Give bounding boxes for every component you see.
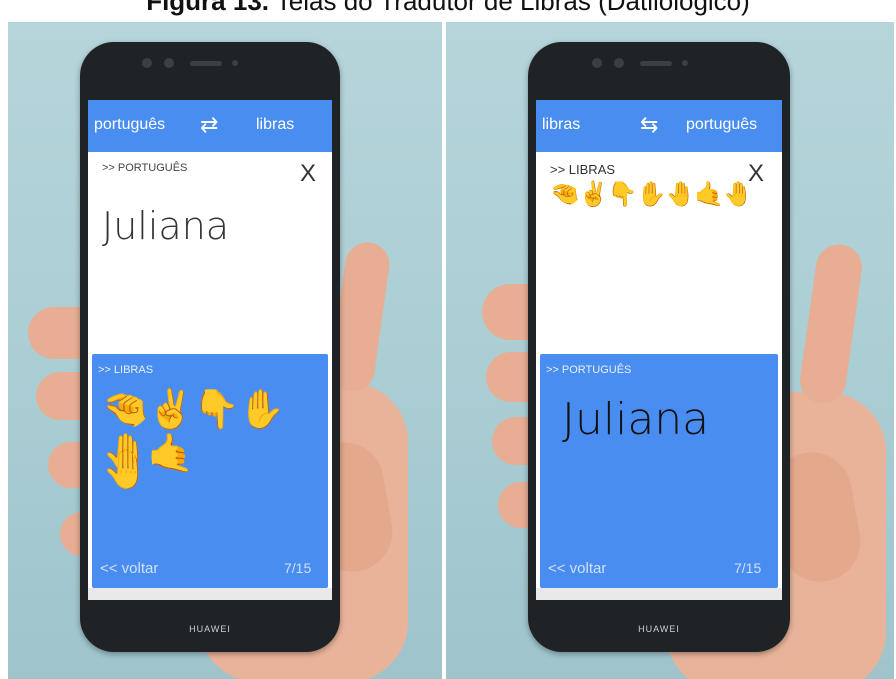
output-text: Juliana <box>562 394 710 445</box>
app-screen: português ⇄ libras >> PORTUGUÊS X Julian… <box>88 100 332 600</box>
phone-top-bezel <box>528 42 790 100</box>
camera-icon <box>142 58 152 68</box>
output-section-label: >> PORTUGUÊS <box>546 364 632 376</box>
figure-label: Figura 13. <box>146 0 270 16</box>
app-header: português ⇄ libras <box>88 100 332 152</box>
phone-brand: HUAWEI <box>638 624 680 634</box>
phone: português ⇄ libras >> PORTUGUÊS X Julian… <box>80 42 340 652</box>
back-button[interactable]: << voltar <box>548 560 606 577</box>
camera-icon <box>164 58 174 68</box>
phone: libras ⇆ português >> LIBRAS X 🤏✌👇✋🤚🤙🤚 >… <box>528 42 790 652</box>
input-pane: >> PORTUGUÊS X Juliana <box>88 152 332 342</box>
close-icon[interactable]: X <box>300 160 316 188</box>
photo-left: português ⇄ libras >> PORTUGUÊS X Julian… <box>8 22 442 679</box>
camera-icon <box>614 58 624 68</box>
target-language-button[interactable]: português <box>686 116 757 134</box>
screen-bottom-strip <box>88 588 332 600</box>
page-indicator: 7/15 <box>284 560 312 576</box>
figure-title: Telas do Tradutor de Libras (Datilológic… <box>275 0 750 16</box>
screen-bottom-strip <box>536 588 782 600</box>
input-section-label: >> LIBRAS <box>550 162 616 177</box>
sensor-icon <box>232 60 238 66</box>
app-header: libras ⇆ português <box>536 100 782 152</box>
speaker-icon <box>640 61 672 66</box>
input-text[interactable]: Juliana <box>102 204 229 248</box>
source-language-button[interactable]: português <box>94 116 165 134</box>
camera-icon <box>592 58 602 68</box>
app-screen: libras ⇆ português >> LIBRAS X 🤏✌👇✋🤚🤙🤚 >… <box>536 100 782 600</box>
libras-signs-input[interactable]: 🤏✌👇✋🤚🤙🤚 <box>550 180 753 209</box>
swap-arrows-icon[interactable]: ⇆ <box>640 112 658 138</box>
source-language-button[interactable]: libras <box>542 116 580 134</box>
hand-finger <box>797 241 865 407</box>
phone-top-bezel <box>80 42 340 100</box>
output-section-label: >> LIBRAS <box>98 364 154 376</box>
input-pane: >> LIBRAS X 🤏✌👇✋🤚🤙🤚 <box>536 152 782 342</box>
back-button[interactable]: << voltar <box>100 560 158 577</box>
photo-right: libras ⇆ português >> LIBRAS X 🤏✌👇✋🤚🤙🤚 >… <box>446 22 894 679</box>
input-section-label: >> PORTUGUÊS <box>102 162 188 174</box>
output-pane: >> LIBRAS 🤏✌👇✋🤚🤙 🤚 << voltar 7/15 <box>92 354 328 588</box>
page-indicator: 7/15 <box>734 560 762 576</box>
target-language-button[interactable]: libras <box>256 116 294 134</box>
phone-brand: HUAWEI <box>189 624 231 634</box>
sensor-icon <box>682 60 688 66</box>
output-pane: >> PORTUGUÊS Juliana << voltar 7/15 <box>540 354 778 588</box>
libras-signs-row: 🤚 <box>102 449 149 491</box>
figure-caption: Figura 13. Telas do Tradutor de Libras (… <box>0 0 896 17</box>
speaker-icon <box>190 61 222 66</box>
swap-arrows-icon[interactable]: ⇄ <box>200 112 218 138</box>
